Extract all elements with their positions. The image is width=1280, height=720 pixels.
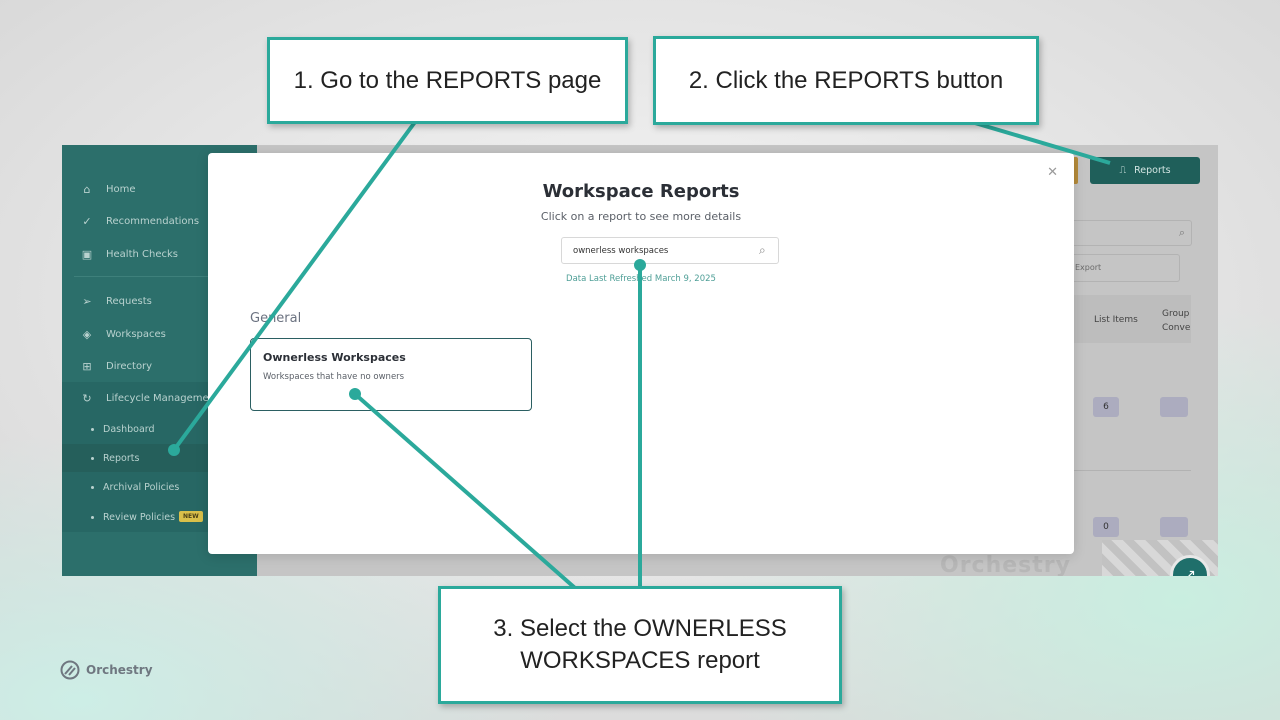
sidebar-subitem-label: Review Policies: [103, 511, 176, 523]
home-icon: ⌂: [83, 182, 91, 196]
health-check-icon: ▣: [81, 247, 93, 261]
bullet: [91, 515, 94, 519]
workspace-reports-modal: ✕ Workspace Reports Click on a report to…: [208, 153, 1074, 554]
chart-icon: ⎍: [1119, 165, 1127, 176]
list-items-count: 0: [1093, 517, 1119, 537]
export-button[interactable]: Export: [1074, 254, 1180, 282]
check-circle-icon: ✓: [82, 214, 92, 228]
new-badge: NEW: [179, 511, 203, 522]
reports-button-label: Reports: [1134, 165, 1171, 176]
refresh-icon: ↻: [82, 391, 92, 405]
search-icon: ⌕: [759, 243, 766, 257]
sidebar-item-label: Requests: [106, 295, 152, 307]
search-icon: ⌕: [1178, 226, 1185, 239]
sidebar-item-label: Health Checks: [106, 248, 178, 260]
watermark-logo: Orchestry: [940, 553, 1071, 576]
table-header: List Items Group Conve: [1074, 295, 1191, 343]
callout-text: 1. Go to the REPORTS page: [293, 66, 602, 94]
modal-title: Workspace Reports: [542, 181, 740, 202]
brand-name: Orchestry: [86, 663, 153, 677]
sidebar-item-label: Recommendations: [106, 215, 200, 227]
callout-text-line1: 3. Select the OWNERLESS: [493, 615, 787, 642]
column-header-line: Group: [1162, 309, 1190, 319]
report-card-description: Workspaces that have no owners: [263, 372, 405, 382]
group-status-badge: [1160, 397, 1188, 417]
list-items-count: 6: [1093, 397, 1119, 417]
sidebar-item-label: Lifecycle Management: [106, 392, 219, 404]
layers-icon: ◈: [82, 327, 92, 341]
callout-text-line2: WORKSPACES report: [520, 647, 760, 674]
sidebar-subitem-label: Archival Policies: [103, 481, 180, 493]
callout-text: 2. Click the REPORTS button: [688, 66, 1004, 94]
bullet: [91, 456, 94, 460]
sidebar-item-label: Home: [106, 183, 136, 195]
export-label: Export: [1075, 263, 1102, 272]
bullet: [91, 485, 94, 489]
column-header-group[interactable]: Group Conve: [1162, 307, 1190, 335]
orchestry-logo-icon: [60, 660, 80, 680]
modal-subtitle: Click on a report to see more details: [540, 210, 742, 223]
hierarchy-icon: ⊞: [82, 359, 92, 373]
report-card-title: Ownerless Workspaces: [263, 351, 406, 364]
report-search-input[interactable]: [561, 237, 779, 264]
background-search-input[interactable]: ⌕: [1074, 220, 1192, 246]
callout-step1: 1. Go to the REPORTS page: [267, 37, 628, 124]
sidebar-item-label: Workspaces: [106, 328, 166, 340]
section-title-general: General: [250, 311, 302, 326]
send-icon: ➢: [82, 294, 92, 308]
data-refreshed-text: Data Last Refreshed March 9, 2025: [566, 274, 716, 284]
callout-step3: 3. Select the OWNERLESS WORKSPACES repor…: [438, 586, 842, 704]
group-status-badge: [1160, 517, 1188, 537]
sidebar-subitem-label: Dashboard: [103, 423, 155, 435]
brand-footer: Orchestry: [60, 660, 153, 680]
column-header-line: Conve: [1162, 323, 1191, 333]
callout-step2: 2. Click the REPORTS button: [653, 36, 1039, 125]
sidebar-item-label: Directory: [106, 360, 153, 372]
reports-button[interactable]: ⎍ Reports: [1090, 157, 1200, 184]
bullet: [91, 427, 94, 431]
column-header-list-items[interactable]: List Items: [1094, 315, 1138, 325]
table-row-divider: [1074, 470, 1191, 471]
sidebar-subitem-label: Reports: [103, 452, 140, 464]
brand-icon: ↗: [1184, 567, 1196, 576]
close-icon[interactable]: ✕: [1047, 165, 1058, 180]
report-card-ownerless-workspaces[interactable]: Ownerless Workspaces Workspaces that hav…: [250, 338, 532, 411]
